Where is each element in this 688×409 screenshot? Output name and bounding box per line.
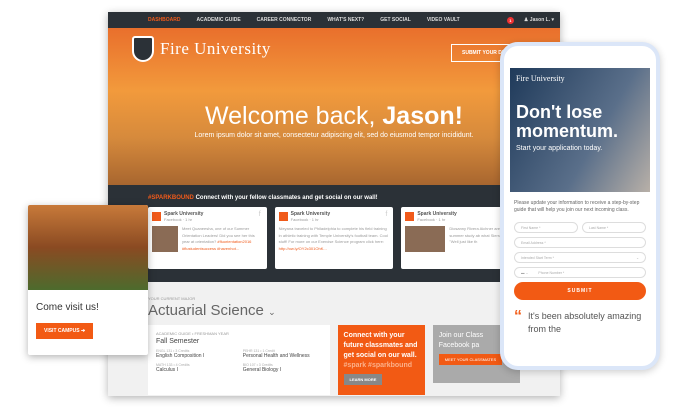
nav-get-social[interactable]: GET SOCIAL [380, 17, 411, 23]
us-flag-icon[interactable]: ▬ ⌄ [521, 271, 528, 275]
visit-campus-card: Come visit us! VISIT CAMPUS ➔ [28, 205, 148, 355]
hashtag: #SPARKBOUND [148, 195, 194, 201]
nav-dashboard[interactable]: DASHBOARD [148, 17, 181, 23]
chevron-down-icon: ⌄ [636, 256, 639, 260]
top-nav: DASHBOARD ACADEMIC GUIDE CAREER CONNECTO… [108, 12, 560, 28]
shield-icon [132, 36, 154, 62]
course-name: General Biology I [242, 367, 282, 373]
chevron-down-icon: ⌄ [268, 307, 276, 317]
major-name: Actuarial Science [148, 302, 264, 319]
facebook-icon: f [258, 211, 261, 218]
course: ENGL 131 • 3 Credits English Composition … [156, 349, 235, 359]
guide-label: ACADEMIC GUIDE • FRESHMAN YEAR [156, 331, 229, 336]
hero-subtitle: Lorem ipsum dolor sit amet, consectetur … [194, 132, 474, 139]
course-name: English Composition I [156, 353, 205, 359]
welcome-text: Welcome back, [205, 102, 383, 130]
course: MATH 133 • 4 Credits Calculus I [156, 363, 235, 373]
university-logo: Fire University [132, 36, 271, 62]
email-field[interactable]: Email Address * [514, 237, 646, 248]
course-name: Calculus I [156, 367, 178, 373]
major-select[interactable]: Actuarial Science ⌄ [148, 302, 520, 319]
start-term-placeholder: Intended Start Term * [521, 256, 555, 260]
social-heading-text: Connect with your fellow classmates and … [193, 195, 378, 201]
social-wall: #SPARKBOUND Connect with your fellow cla… [108, 185, 560, 282]
phone-placeholder: Phone Number * [538, 271, 565, 275]
avatar [278, 212, 288, 221]
social-post[interactable]: Spark University Facebook · 1 hr f Nieyana … [274, 207, 394, 269]
first-name-field[interactable]: First Name * [514, 222, 578, 233]
semester-title: Fall Semester [156, 338, 200, 345]
visit-campus-button[interactable]: VISIT CAMPUS ➔ [36, 323, 94, 339]
post-link[interactable]: http://ow.ly/OY2c301OhK... [279, 246, 327, 251]
post-meta: Facebook · 1 hr [290, 217, 319, 222]
learn-more-button[interactable]: LEARN MORE [343, 374, 383, 385]
hero-banner: Fire University SUBMIT YOUR DE Welcome b… [108, 28, 560, 185]
post-image [152, 226, 178, 252]
testimonial: “ It's been absolutely amazing from the [514, 308, 646, 336]
testimonial-text: It's been absolutely amazing from the [528, 311, 642, 334]
visit-title: Come visit us! [36, 302, 99, 313]
visit-button-label: VISIT CAMPUS [44, 328, 80, 334]
last-name-field[interactable]: Last Name * [582, 222, 646, 233]
nav-academic-guide[interactable]: ACADEMIC GUIDE [197, 17, 241, 23]
arrow-circle-icon: ➔ [80, 328, 86, 334]
avatar [405, 212, 415, 221]
start-term-select[interactable]: Intended Start Term * ⌄ [514, 252, 646, 263]
course: PEHR 131 • 1 Credit Personal Health and W… [243, 349, 322, 359]
post-meta: Facebook · 1 hr [417, 217, 446, 222]
meet-classmates-button[interactable]: MEET YOUR CLASSMATES [438, 354, 503, 365]
social-post[interactable]: Spark University Facebook · 1 hr f Meet Qua… [148, 207, 267, 269]
post-text: Nieyana traveled to Philadelphia to comp… [278, 226, 388, 244]
notification-badge[interactable]: 1 [506, 16, 514, 24]
connect-tags: #spark #sparkbound [343, 362, 412, 369]
phone-hero: Fire University Don't lose momentum. Sta… [510, 68, 650, 192]
major-section: YOUR CURRENT MAJOR Actuarial Science ⌄ A… [108, 282, 560, 396]
phone-subheadline: Start your application today. [516, 145, 603, 152]
phone-headline: Don't lose momentum. [516, 102, 619, 141]
phone-logo: Fire University [516, 74, 565, 83]
user-first-name: Jason! [382, 102, 463, 130]
connect-card: Connect with your future classmates and … [337, 325, 425, 395]
major-label: YOUR CURRENT MAJOR [148, 296, 196, 301]
phone-field[interactable]: ▬ ⌄ Phone Number * [514, 267, 646, 278]
form-intro: Please update your information to receiv… [514, 200, 640, 213]
connect-text: Connect with your future classmates and … [343, 332, 418, 359]
mobile-phone: Fire University Don't lose momentum. Sta… [500, 42, 660, 370]
campus-image [28, 205, 148, 290]
logo-text: Fire University [160, 39, 271, 58]
welcome-heading: Welcome back, Jason! [108, 102, 560, 131]
quote-icon: “ [514, 308, 522, 325]
user-name: Jason L. [529, 17, 551, 23]
semester-card: ACADEMIC GUIDE • FRESHMAN YEAR Fall Seme… [148, 325, 330, 395]
course: BIO 107 • 3 Credits General Biology I [243, 363, 322, 373]
avatar [152, 212, 161, 221]
nav-video-vault[interactable]: VIDEO VAULT [427, 17, 460, 23]
dashboard-window: DASHBOARD ACADEMIC GUIDE CAREER CONNECTO… [108, 12, 560, 396]
lead-form: Please update your information to receiv… [504, 192, 656, 344]
post-meta: Facebook · 1 hr [164, 217, 193, 222]
nav-whats-next[interactable]: WHAT'S NEXT? [327, 17, 364, 23]
form-submit-button[interactable]: SUBMIT [514, 282, 646, 300]
social-heading: #SPARKBOUND Connect with your fellow cla… [148, 195, 520, 201]
user-menu[interactable]: ♟ Jason L. ▾ [524, 17, 554, 23]
nav-career-connector[interactable]: CAREER CONNECTOR [257, 17, 312, 23]
facebook-icon: f [385, 211, 388, 218]
course-name: Personal Health and Wellness [242, 353, 310, 359]
post-image [405, 226, 446, 252]
